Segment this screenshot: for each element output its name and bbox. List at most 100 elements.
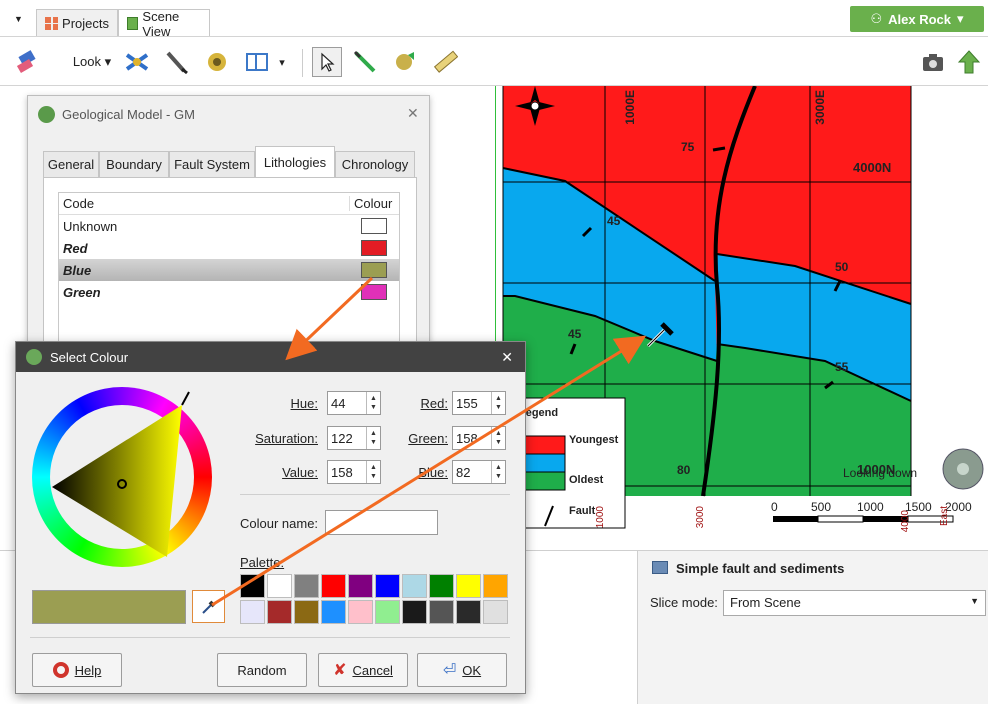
palette-swatch[interactable]: [483, 574, 508, 598]
colour-name-input[interactable]: [325, 510, 438, 535]
divider: [240, 494, 510, 495]
palette-swatch[interactable]: [456, 574, 481, 598]
legend-oldest: Oldest: [569, 474, 604, 486]
scale-0: 0: [771, 500, 778, 514]
eyedropper-button[interactable]: [192, 590, 225, 623]
panel-layout-icon[interactable]: [242, 47, 272, 77]
gear-paint-icon[interactable]: [390, 47, 420, 77]
palette-swatch[interactable]: [240, 574, 265, 598]
looking-down-label: Looking down: [843, 466, 918, 480]
panel-title: Simple fault and sediments: [676, 561, 845, 576]
palette-label: Palette:: [240, 555, 285, 570]
random-button[interactable]: Random: [217, 653, 307, 687]
toolbar-divider: [302, 49, 303, 77]
blue-spinbox[interactable]: 82 ▲ ▼: [452, 460, 506, 484]
colour-triangle[interactable]: [32, 387, 212, 567]
cancel-button[interactable]: ✘ Cancel: [318, 653, 408, 687]
palette-swatch[interactable]: [321, 600, 346, 624]
legend-youngest: Youngest: [569, 434, 619, 446]
axis-1000: 1000: [595, 506, 606, 529]
palette-swatch[interactable]: [348, 574, 373, 598]
palette-swatch[interactable]: [321, 574, 346, 598]
palette-swatch[interactable]: [294, 574, 319, 598]
palette-swatch[interactable]: [375, 574, 400, 598]
palette-swatch[interactable]: [375, 600, 400, 624]
eraser-tool-icon[interactable]: [12, 47, 42, 77]
palette-swatch[interactable]: [429, 574, 454, 598]
palette-swatch[interactable]: [348, 600, 373, 624]
green-spinbox[interactable]: 158 ▲ ▼: [452, 426, 506, 450]
panel-dropdown-arrow[interactable]: ▾: [272, 47, 292, 77]
tab-lithologies[interactable]: Lithologies: [255, 146, 335, 178]
scale-500: 500: [811, 500, 832, 514]
toolbar: Look ▾ ▾: [0, 36, 988, 86]
upload-icon[interactable]: [954, 47, 984, 77]
tab-scene-view[interactable]: Scene View: [118, 9, 210, 39]
close-icon[interactable]: ✕: [501, 349, 513, 366]
hue-spinbox[interactable]: 44 ▲ ▼: [327, 391, 381, 415]
draw-line-icon[interactable]: [350, 47, 380, 77]
help-button[interactable]: Help: [32, 653, 122, 687]
table-row[interactable]: Unknown: [59, 215, 399, 237]
dialog-title-bar: Select Colour ✕: [16, 342, 525, 372]
palette-swatch[interactable]: [294, 600, 319, 624]
saturation-label: Saturation:: [255, 431, 318, 446]
slice-tool-icon[interactable]: [162, 47, 192, 77]
scene-map[interactable]: 1000E 3000E 4000N 75 45 50 45 55 80 1000…: [495, 86, 988, 550]
red-spinbox[interactable]: 155 ▲ ▼: [452, 391, 506, 415]
properties-panel: Simple fault and sediments Slice mode: F…: [637, 550, 988, 704]
gear-puzzle-icon[interactable]: [202, 47, 232, 77]
colour-swatch[interactable]: [361, 284, 387, 300]
palette-swatch[interactable]: [456, 600, 481, 624]
table-row-selected[interactable]: Blue: [59, 259, 399, 281]
tab-projects[interactable]: Projects: [36, 9, 118, 36]
value-spinbox[interactable]: 158 ▲ ▼: [327, 460, 381, 484]
tab-chronology[interactable]: Chronology: [335, 151, 415, 177]
axis-3000: 3000: [695, 506, 706, 529]
palette-swatch[interactable]: [267, 574, 292, 598]
tab-boundary[interactable]: Boundary: [99, 151, 169, 177]
green-label: Green:: [408, 431, 448, 446]
palette-swatch[interactable]: [429, 600, 454, 624]
select-pointer-icon[interactable]: [312, 47, 342, 77]
close-icon[interactable]: ✕: [407, 105, 419, 122]
tab-general[interactable]: General: [43, 151, 99, 177]
chevron-down-icon: ▾: [957, 11, 964, 26]
colour-swatch[interactable]: [361, 262, 387, 278]
table-header: Code Colour: [59, 193, 399, 215]
palette-swatch[interactable]: [402, 574, 427, 598]
label-1000e: 1000E: [623, 90, 637, 125]
saturation-spinbox[interactable]: 122 ▲ ▼: [327, 426, 381, 450]
app-logo-icon: [26, 349, 42, 365]
colour-name-label: Colour name:: [240, 516, 319, 531]
camera-icon[interactable]: [918, 47, 948, 77]
ok-button[interactable]: ⏎ OK: [417, 653, 507, 687]
tab-menu-arrow[interactable]: ▼: [14, 14, 23, 24]
ok-label: OK: [462, 662, 482, 678]
value-value: 158: [331, 464, 353, 480]
tab-projects-label: Projects: [62, 15, 109, 31]
palette-swatch[interactable]: [267, 600, 292, 624]
red-value: 155: [456, 395, 478, 411]
current-colour-preview: [32, 590, 186, 624]
ruler-icon[interactable]: [430, 47, 460, 77]
tab-fault-system[interactable]: Fault System: [169, 151, 255, 177]
colour-swatch[interactable]: [361, 218, 387, 234]
colour-swatch[interactable]: [361, 240, 387, 256]
palette-swatch[interactable]: [402, 600, 427, 624]
table-row[interactable]: Green: [59, 281, 399, 303]
compass-arrows-icon[interactable]: [122, 47, 152, 77]
palette-swatch[interactable]: [240, 600, 265, 624]
legend-fault: Fault: [569, 505, 596, 517]
random-label: Random: [237, 662, 287, 678]
dialog-title: Select Colour: [50, 349, 129, 365]
look-menu-button[interactable]: Look ▾: [66, 47, 118, 77]
hue-label: Hue:: [290, 396, 318, 411]
user-menu-button[interactable]: ⚇ Alex Rock ▾: [850, 6, 984, 32]
divider: [30, 637, 510, 638]
axis-4000: 4000: [900, 510, 911, 533]
chevron-down-icon: ▼: [970, 596, 979, 606]
slice-mode-select[interactable]: From Scene ▼: [723, 590, 986, 616]
table-row[interactable]: Red: [59, 237, 399, 259]
palette-swatch[interactable]: [483, 600, 508, 624]
